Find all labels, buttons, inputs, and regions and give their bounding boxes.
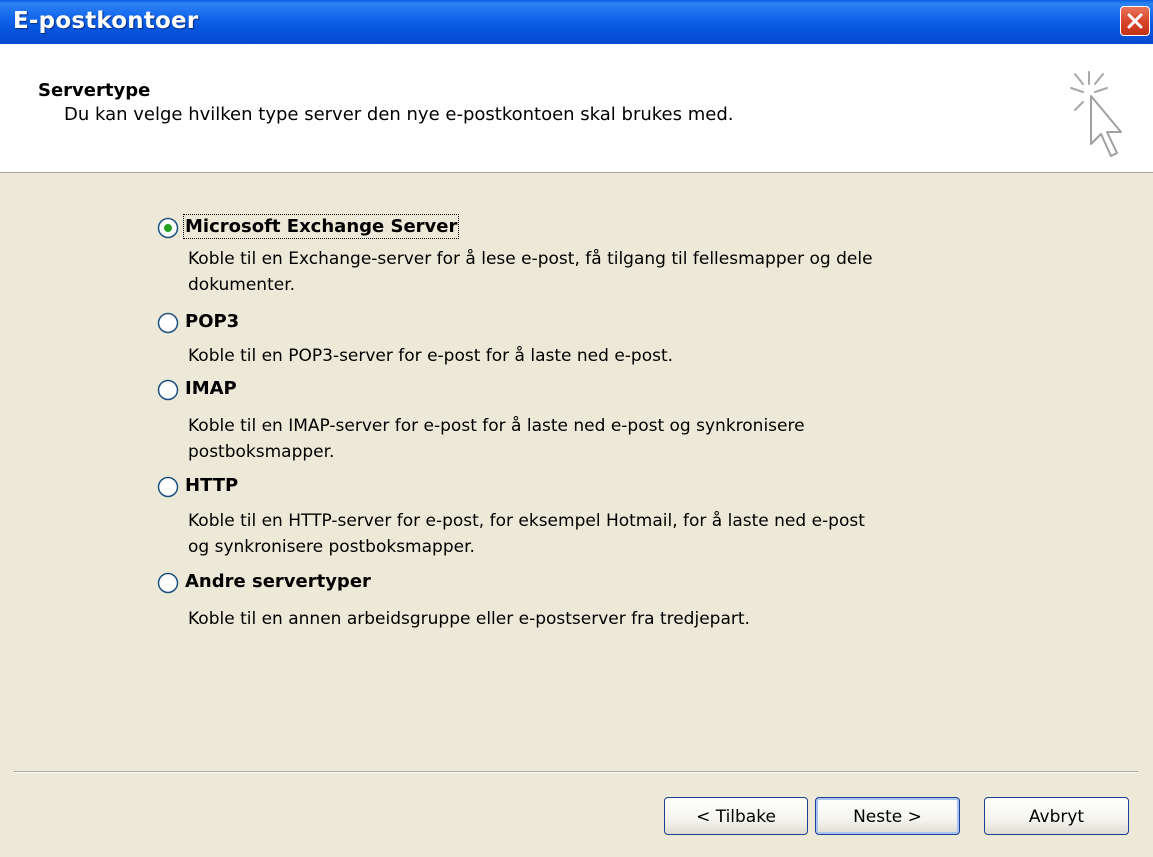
description-line: Koble til en POP3-server for e-post for … xyxy=(188,346,674,366)
option-description: Koble til en IMAP-server for e-post for … xyxy=(188,413,988,465)
option-description: Koble til en POP3-server for e-post for … xyxy=(188,343,988,369)
option-label[interactable]: Andre servertyper xyxy=(185,571,371,592)
option-description: Koble til en annen arbeidsgruppe eller e… xyxy=(188,606,988,632)
option-label[interactable]: Microsoft Exchange Server xyxy=(182,214,460,239)
description-line: Koble til en annen arbeidsgruppe eller e… xyxy=(188,609,750,629)
radio-empty-icon[interactable] xyxy=(157,312,179,334)
radio-empty-icon[interactable] xyxy=(157,476,179,498)
window-title: E-postkontoer xyxy=(13,8,199,34)
close-icon xyxy=(1127,13,1143,29)
description-line: Koble til en Exchange-server for å lese … xyxy=(188,249,873,269)
email-accounts-dialog: E-postkontoer Servertype Du kan velge hv… xyxy=(0,0,1153,857)
next-button[interactable]: Neste > xyxy=(815,797,960,835)
option-label[interactable]: POP3 xyxy=(185,311,239,332)
cancel-button[interactable]: Avbryt xyxy=(984,797,1129,835)
close-button[interactable] xyxy=(1120,6,1150,36)
option-label[interactable]: IMAP xyxy=(185,378,237,399)
description-line: postboksmapper. xyxy=(188,442,335,462)
back-button[interactable]: < Tilbake xyxy=(664,797,808,835)
title-bar[interactable]: E-postkontoer xyxy=(0,0,1153,44)
page-description: Du kan velge hvilken type server den nye… xyxy=(64,104,734,125)
footer-divider xyxy=(14,771,1138,773)
option-description: Koble til en HTTP-server for e-post, for… xyxy=(188,508,988,560)
description-line: og synkronisere postboksmapper. xyxy=(188,537,475,557)
description-line: dokumenter. xyxy=(188,275,296,295)
option-description: Koble til en Exchange-server for å lese … xyxy=(188,246,988,298)
radio-selected-icon[interactable] xyxy=(157,217,179,239)
description-line: Koble til en IMAP-server for e-post for … xyxy=(188,416,805,436)
radio-empty-icon[interactable] xyxy=(157,379,179,401)
page-title: Servertype xyxy=(38,80,151,101)
description-line: Koble til en HTTP-server for e-post, for… xyxy=(188,511,865,531)
option-label[interactable]: HTTP xyxy=(185,475,238,496)
radio-empty-icon[interactable] xyxy=(157,572,179,594)
cursor-sparkle-icon xyxy=(1070,71,1122,157)
